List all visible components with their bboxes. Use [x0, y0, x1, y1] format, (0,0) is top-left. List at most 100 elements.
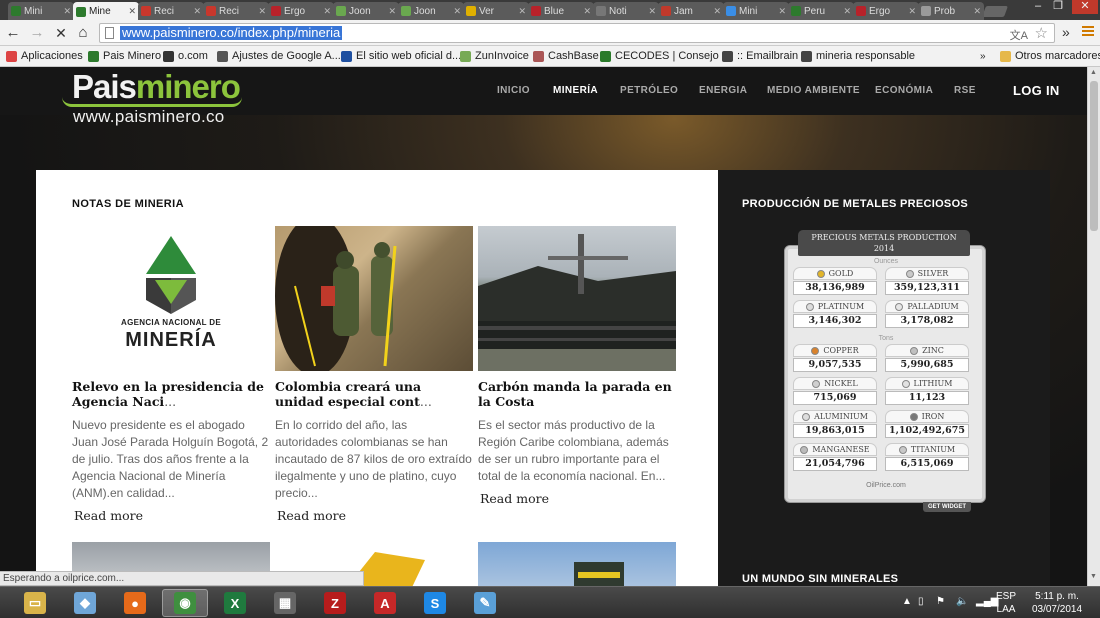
taskbar-app[interactable]: ▦ — [262, 589, 308, 617]
metals-production-widget[interactable]: PRECIOUS METALS PRODUCTION 2014 Ounces G… — [784, 230, 987, 512]
browser-tab[interactable]: Joon ✕ — [333, 2, 399, 20]
tab-close-icon[interactable]: ✕ — [258, 6, 266, 17]
tab-close-icon[interactable]: ✕ — [843, 6, 851, 17]
browser-tab[interactable]: Joon ✕ — [398, 2, 464, 20]
tab-close-icon[interactable]: ✕ — [518, 6, 526, 17]
bookmark-item[interactable]: Aplicaciones — [6, 49, 83, 63]
taskbar-app[interactable]: ◉ — [162, 589, 208, 617]
unit-ounces: Ounces — [873, 258, 899, 265]
bookmark-star-icon[interactable]: ☆ — [1035, 24, 1048, 42]
taskbar-app[interactable]: ◆ — [62, 589, 108, 617]
browser-tab[interactable]: Blue ✕ — [528, 2, 594, 20]
tray-app-icon[interactable]: ▯ — [918, 596, 924, 607]
tray-overflow-icon[interactable]: ▲ — [902, 596, 912, 607]
taskbar-app[interactable]: ▭ — [12, 589, 58, 617]
article-title[interactable]: Carbón manda la parada en la Costa — [478, 379, 676, 409]
metal-name-text: ZINC — [922, 346, 944, 355]
browser-tab[interactable]: Reci ✕ — [203, 2, 269, 20]
stop-icon[interactable]: ✕ — [52, 24, 70, 42]
extension-icon[interactable]: » — [1062, 24, 1070, 40]
browser-tab[interactable]: Jam ✕ — [658, 2, 724, 20]
nav-medio-ambiente[interactable]: MEDIO AMBIENTE — [767, 85, 860, 96]
bookmarks-overflow-icon[interactable]: » — [980, 49, 986, 63]
bookmark-item[interactable]: Ajustes de Google A... — [217, 49, 341, 63]
other-bookmarks[interactable]: Otros marcadores — [1000, 49, 1100, 63]
maximize-button[interactable]: ❐ — [1048, 0, 1068, 14]
read-more-link[interactable]: Read more — [478, 491, 676, 506]
browser-tab[interactable]: Noti ✕ — [593, 2, 659, 20]
browser-tab[interactable]: Mine ✕ — [73, 2, 139, 20]
nav-petroleo[interactable]: PETRÓLEO — [620, 85, 678, 96]
widget-footer[interactable]: OilPrice.com — [785, 482, 987, 489]
sidebar: PRODUCCIÓN DE METALES PRECIOSOS PRECIOUS… — [718, 170, 1050, 586]
url-text[interactable]: www.paisminero.co/index.php/mineria — [120, 26, 343, 40]
scroll-up-icon[interactable]: ▲ — [1090, 69, 1097, 76]
nav-rse[interactable]: RSE — [954, 85, 976, 96]
tab-close-icon[interactable]: ✕ — [128, 6, 136, 17]
nav-economia[interactable]: ECONÓMIA — [875, 85, 933, 96]
article-title[interactable]: Colombia creará una unidad especial cont… — [275, 379, 473, 409]
read-more-link[interactable]: Read more — [275, 508, 473, 523]
tab-close-icon[interactable]: ✕ — [973, 6, 981, 17]
article-thumbnail-anm[interactable]: AGENCIA NACIONAL DE MINERÍA — [72, 226, 270, 371]
close-window-button[interactable]: ✕ — [1072, 0, 1098, 14]
tab-close-icon[interactable]: ✕ — [648, 6, 656, 17]
article-thumbnail-train[interactable] — [478, 542, 676, 586]
bookmark-item[interactable]: :: Emailbrain — [722, 49, 798, 63]
tab-close-icon[interactable]: ✕ — [908, 6, 916, 17]
nav-mineria[interactable]: MINERÍA — [553, 85, 598, 96]
home-icon[interactable]: ⌂ — [74, 24, 92, 42]
article-title[interactable]: Relevo en la presidencia de Agencia Naci… — [72, 379, 270, 409]
get-widget-button[interactable]: GET WIDGET — [923, 502, 971, 512]
forward-icon[interactable]: → — [28, 24, 46, 42]
browser-tab[interactable]: Ergo ✕ — [853, 2, 919, 20]
taskbar-app[interactable]: ● — [112, 589, 158, 617]
new-tab-button[interactable] — [981, 6, 1009, 17]
browser-tab[interactable]: Peru ✕ — [788, 2, 854, 20]
chrome-menu-icon[interactable] — [1082, 26, 1094, 38]
taskbar-app[interactable]: ✎ — [462, 589, 508, 617]
browser-tab[interactable]: Ver ✕ — [463, 2, 529, 20]
tab-close-icon[interactable]: ✕ — [583, 6, 591, 17]
bookmark-item[interactable]: mineria responsable — [801, 49, 915, 63]
language-indicator[interactable]: ESP LAA — [996, 590, 1016, 616]
bookmark-item[interactable]: El sitio web oficial d... — [341, 49, 461, 63]
tray-flag-icon[interactable]: ⚑ — [936, 596, 945, 607]
article-thumbnail-soldiers[interactable] — [275, 226, 473, 371]
bookmark-item[interactable]: CashBase — [533, 49, 599, 63]
browser-tab[interactable]: Reci ✕ — [138, 2, 204, 20]
bookmark-item[interactable]: Pais Minero — [88, 49, 161, 63]
minimize-button[interactable]: – — [1028, 0, 1048, 14]
page-scrollbar[interactable]: ▲ ▼ — [1087, 67, 1100, 586]
browser-tab[interactable]: Ergo ✕ — [268, 2, 334, 20]
taskbar-app[interactable]: X — [212, 589, 258, 617]
translate-icon[interactable]: 文A — [1010, 27, 1028, 43]
read-more-link[interactable]: Read more — [72, 508, 270, 523]
browser-tab[interactable]: Mini ✕ — [8, 2, 74, 20]
system-clock[interactable]: 5:11 p. m. 03/07/2014 — [1028, 590, 1086, 616]
browser-tab[interactable]: Mini ✕ — [723, 2, 789, 20]
tab-close-icon[interactable]: ✕ — [323, 6, 331, 17]
bookmark-item[interactable]: o.com — [163, 49, 208, 63]
login-link[interactable]: LOG IN — [1013, 83, 1060, 98]
nav-inicio[interactable]: INICIO — [497, 85, 530, 96]
tab-close-icon[interactable]: ✕ — [778, 6, 786, 17]
address-bar[interactable]: www.paisminero.co/index.php/mineria 文A ☆ — [99, 23, 1055, 43]
taskbar-app[interactable]: Z — [312, 589, 358, 617]
tab-close-icon[interactable]: ✕ — [63, 6, 71, 17]
volume-icon[interactable]: 🔈 — [956, 596, 968, 607]
bookmark-item[interactable]: ZunInvoice — [460, 49, 529, 63]
browser-tab[interactable]: Prob ✕ — [918, 2, 984, 20]
scrollbar-thumb[interactable] — [1090, 81, 1098, 231]
bookmark-item[interactable]: CECODES | Consejo ... — [600, 49, 731, 63]
tab-close-icon[interactable]: ✕ — [453, 6, 461, 17]
taskbar-app[interactable]: S — [412, 589, 458, 617]
taskbar-app[interactable]: A — [362, 589, 408, 617]
article-thumbnail-coal-train[interactable] — [478, 226, 676, 371]
tab-close-icon[interactable]: ✕ — [388, 6, 396, 17]
nav-energia[interactable]: ENERGIA — [699, 85, 747, 96]
tab-close-icon[interactable]: ✕ — [713, 6, 721, 17]
scroll-down-icon[interactable]: ▼ — [1090, 573, 1097, 580]
back-icon[interactable]: ← — [4, 24, 22, 42]
tab-close-icon[interactable]: ✕ — [193, 6, 201, 17]
